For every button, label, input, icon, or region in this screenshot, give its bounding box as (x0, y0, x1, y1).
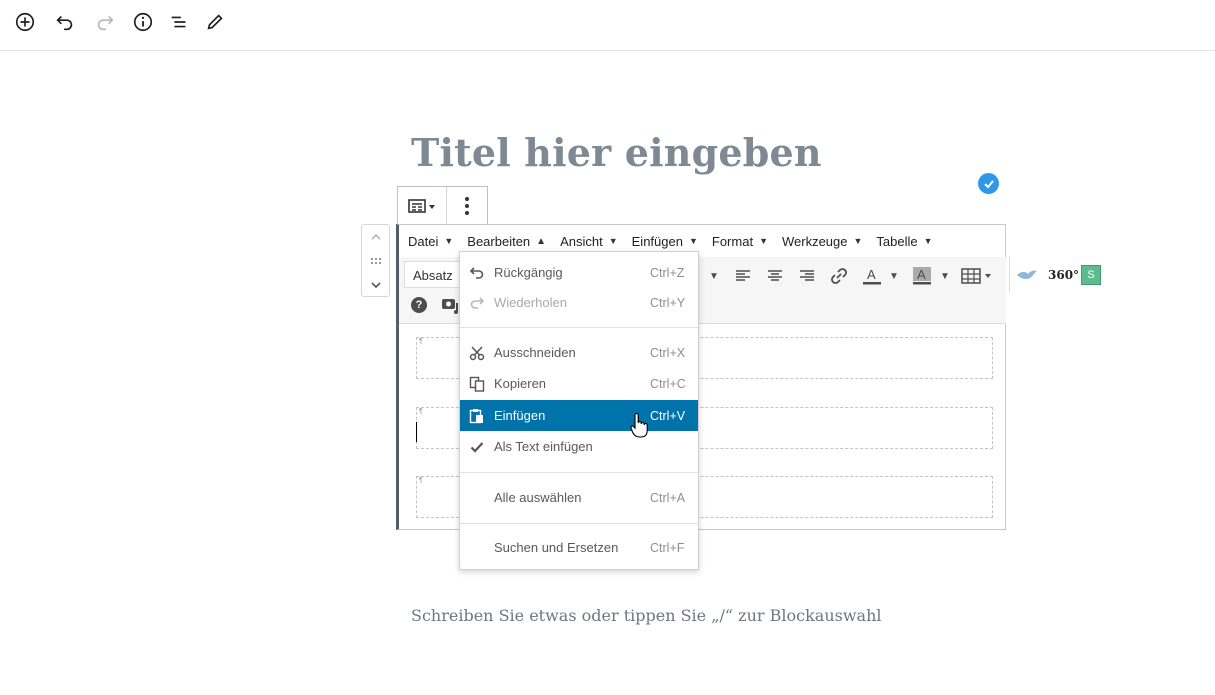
redo-icon (460, 296, 494, 310)
caret-down-icon: ▼ (759, 236, 768, 246)
bird-icon[interactable] (1016, 264, 1038, 286)
menu-item-wiederholen[interactable]: Wiederholen Ctrl+Y (460, 287, 698, 318)
menu-werkzeuge[interactable]: Werkzeuge ▼ (782, 234, 862, 249)
text-color-icon[interactable]: A (861, 265, 883, 287)
align-right-icon[interactable] (799, 265, 815, 287)
info-icon[interactable] (131, 10, 155, 34)
caret-down-icon: ▼ (853, 236, 863, 246)
caret-down-icon: ▼ (608, 236, 618, 246)
menu-separator (460, 523, 698, 524)
caret-down-icon: ▼ (923, 236, 933, 246)
menu-item-suchen-ersetzen[interactable]: Suchen und Ersetzen Ctrl+F (460, 532, 698, 563)
table-icon[interactable] (961, 265, 993, 287)
svg-text:A: A (917, 267, 926, 282)
undo-icon[interactable] (53, 10, 77, 34)
link-icon[interactable] (830, 265, 848, 287)
text-cursor (416, 422, 417, 442)
menu-item-ausschneiden[interactable]: Ausschneiden Ctrl+X (460, 337, 698, 368)
hand-cursor-icon (630, 412, 648, 444)
toolbar-divider (1009, 256, 1010, 292)
format-select[interactable]: Absatz (404, 261, 464, 288)
caret-down-icon[interactable]: ▼ (889, 265, 899, 287)
paste-icon (460, 408, 494, 424)
menu-item-rueckgaengig[interactable]: Rückgängig Ctrl+Z (460, 257, 698, 288)
block-toolbar (397, 186, 488, 225)
caret-down-icon[interactable]: ▼ (709, 265, 719, 287)
background-color-icon[interactable]: A (911, 265, 933, 287)
scissors-icon (460, 345, 494, 361)
block-placeholder[interactable]: Schreiben Sie etwas oder tippen Sie „/“ … (411, 606, 882, 625)
block-mover (361, 224, 390, 297)
undo-icon (460, 266, 494, 280)
menu-ansicht[interactable]: Ansicht ▼ (560, 234, 618, 249)
menu-separator (460, 472, 698, 473)
paragraph-mark-icon: ¶ (419, 408, 423, 415)
menu-einfuegen[interactable]: Einfügen ▼ (632, 234, 698, 249)
block-type-button[interactable] (398, 187, 448, 225)
svg-text:A: A (867, 267, 876, 282)
edit-icon[interactable] (203, 10, 227, 34)
move-up-icon[interactable] (362, 225, 389, 249)
menu-item-einfuegen[interactable]: Einfügen Ctrl+V (460, 400, 698, 431)
move-down-icon[interactable] (362, 273, 389, 297)
bearbeiten-dropdown: Rückgängig Ctrl+Z Wiederholen Ctrl+Y Aus… (459, 251, 699, 570)
outline-icon[interactable] (167, 10, 191, 34)
caret-down-icon: ▼ (444, 236, 454, 246)
menu-item-kopieren[interactable]: Kopieren Ctrl+C (460, 368, 698, 399)
menu-item-als-text-einfuegen[interactable]: Als Text einfügen (460, 431, 698, 462)
align-left-icon[interactable] (735, 265, 751, 287)
classic-block-icon (408, 199, 436, 213)
caret-down-icon[interactable]: ▼ (940, 265, 950, 287)
menu-separator (460, 327, 698, 328)
redo-icon[interactable] (93, 10, 117, 34)
more-options-icon[interactable] (447, 187, 487, 225)
align-center-icon[interactable] (767, 265, 783, 287)
caret-up-icon: ▲ (536, 235, 547, 247)
caret-down-icon: ▼ (688, 236, 698, 246)
menu-datei[interactable]: Datei ▼ (408, 234, 453, 249)
menu-format[interactable]: Format ▼ (712, 234, 768, 249)
paragraph-mark-icon: ¶ (419, 477, 423, 484)
s-button[interactable]: S (1081, 265, 1101, 285)
drag-handle-icon[interactable] (362, 249, 389, 273)
checkmark-icon (460, 441, 494, 453)
menu-bearbeiten[interactable]: Bearbeiten ▲ (467, 234, 546, 249)
editor-top-toolbar (0, 0, 1215, 51)
check-circle-icon (978, 173, 999, 194)
copy-icon (460, 376, 494, 392)
help-icon[interactable]: ? (411, 297, 427, 313)
menu-tabelle[interactable]: Tabelle ▼ (876, 234, 932, 249)
menu-item-alle-auswaehlen[interactable]: Alle auswählen Ctrl+A (460, 482, 698, 513)
paragraph-mark-icon: ¶ (419, 338, 423, 345)
add-block-icon[interactable] (13, 10, 37, 34)
360-button[interactable]: 360° (1048, 264, 1079, 286)
post-title[interactable]: Titel hier eingeben (411, 130, 822, 175)
